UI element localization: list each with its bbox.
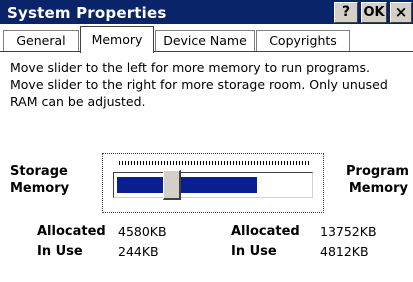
memory-slider[interactable] — [113, 170, 313, 200]
help-button[interactable]: ? — [334, 2, 358, 23]
window-title: System Properties — [7, 4, 167, 22]
slider-ticks — [119, 161, 309, 165]
storage-allocated-label: Allocated — [37, 224, 106, 239]
storage-in-use-label: In Use — [37, 244, 83, 259]
title-bar: System Properties ? OK × — [0, 0, 413, 26]
slider-thumb[interactable] — [163, 170, 181, 200]
program-in-use-label: In Use — [231, 244, 277, 259]
program-allocated-value: 13752KB — [320, 224, 377, 239]
tab-device-name[interactable]: Device Name — [155, 30, 255, 52]
memory-description: Move slider to the left for more memory … — [10, 60, 388, 109]
program-memory-label: Program Memory — [332, 163, 409, 197]
tab-general[interactable]: General — [3, 30, 79, 52]
tab-copyrights[interactable]: Copyrights — [256, 30, 350, 52]
program-memory-text: Program Memory — [346, 164, 409, 196]
storage-memory-text: Storage Memory — [10, 164, 70, 196]
tab-memory[interactable]: Memory — [80, 26, 154, 53]
memory-slider-frame — [102, 153, 324, 213]
program-allocated-label: Allocated — [231, 224, 300, 239]
ok-button[interactable]: OK — [361, 2, 387, 23]
program-in-use-value: 4812KB — [320, 244, 369, 259]
close-button[interactable]: × — [390, 2, 412, 23]
tab-divider — [0, 51, 413, 52]
storage-memory-label: Storage Memory — [10, 163, 70, 197]
tab-strip: General Memory Device Name Copyrights — [0, 26, 413, 53]
slider-fill — [117, 177, 257, 193]
storage-allocated-value: 4580KB — [118, 224, 167, 239]
storage-in-use-value: 244KB — [118, 244, 159, 259]
